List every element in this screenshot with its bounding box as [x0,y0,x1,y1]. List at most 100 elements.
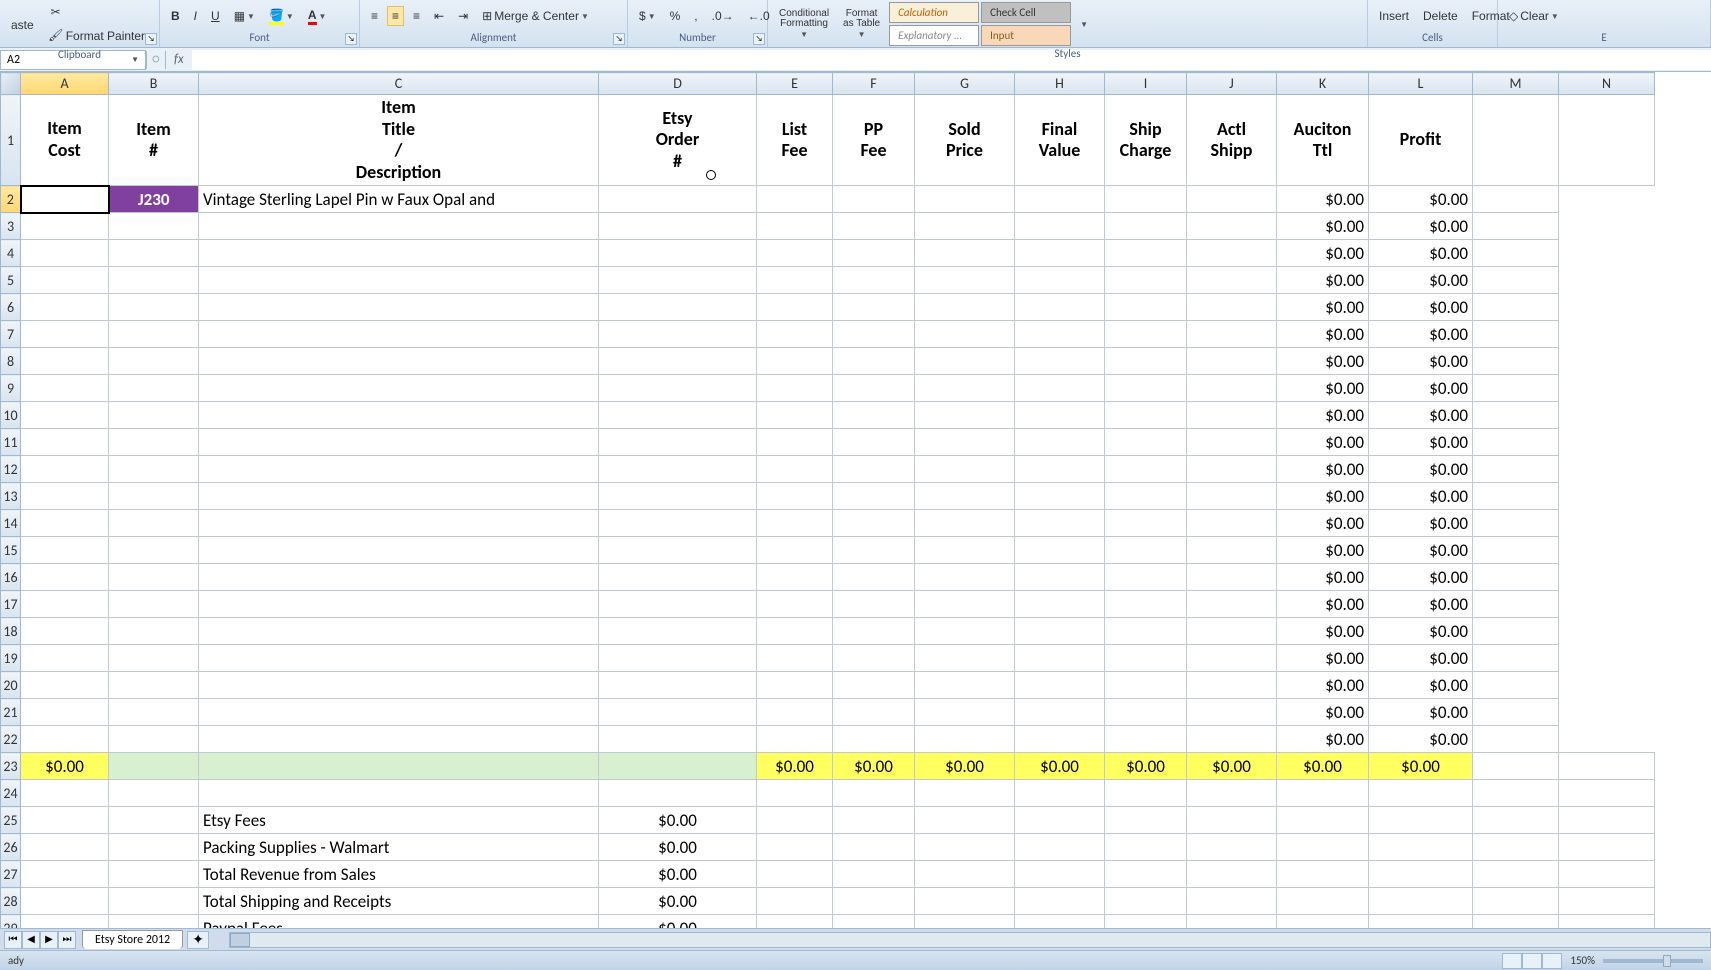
cell-J28[interactable] [1187,888,1277,915]
cell-N9[interactable] [1473,375,1559,402]
cell-A13[interactable] [21,483,109,510]
cell-B3[interactable] [109,213,199,240]
cell-L8[interactable]: $0.00 [1277,348,1369,375]
cell-A16[interactable] [21,564,109,591]
cell-I8[interactable] [1105,348,1187,375]
cell-H3[interactable] [1015,213,1105,240]
col-header-N[interactable]: N [1559,73,1655,95]
cell-D28[interactable]: $0.00 [599,888,757,915]
row-header-17[interactable]: 17 [1,591,21,618]
row-header-15[interactable]: 15 [1,537,21,564]
delete-button[interactable]: Delete [1418,6,1463,26]
cell-I14[interactable] [1105,510,1187,537]
cell-B19[interactable] [109,645,199,672]
cell-L25[interactable] [1369,807,1473,834]
cell-G2[interactable] [915,186,1015,213]
cell-M8[interactable]: $0.00 [1369,348,1473,375]
cell-E6[interactable] [757,294,833,321]
col-header-J[interactable]: J [1187,73,1277,95]
sheet-nav-next[interactable]: ▶ [40,931,58,949]
header-cell-E[interactable]: ListFee [757,95,833,186]
fx-icon[interactable]: fx [166,52,192,67]
cell-L9[interactable]: $0.00 [1277,375,1369,402]
cell-L10[interactable]: $0.00 [1277,402,1369,429]
cell-L3[interactable]: $0.00 [1277,213,1369,240]
cell-C6[interactable] [199,294,599,321]
cell-E10[interactable] [757,402,833,429]
cell-B12[interactable] [109,456,199,483]
cell-N13[interactable] [1473,483,1559,510]
cell-J5[interactable] [1187,267,1277,294]
cell-M26[interactable] [1473,834,1559,861]
cell-I15[interactable] [1105,537,1187,564]
cell-L28[interactable] [1369,888,1473,915]
header-cell-F[interactable]: PPFee [833,95,915,186]
cell-D23[interactable] [599,753,757,780]
cell-M20[interactable]: $0.00 [1369,672,1473,699]
cell-I27[interactable] [1105,861,1187,888]
cell-F23[interactable]: $0.00 [833,753,915,780]
cell-H5[interactable] [1015,267,1105,294]
cell-B17[interactable] [109,591,199,618]
cell-M9[interactable]: $0.00 [1369,375,1473,402]
cell-C16[interactable] [199,564,599,591]
cell-N7[interactable] [1473,321,1559,348]
cell-J23[interactable]: $0.00 [1187,753,1277,780]
cell-H11[interactable] [1015,429,1105,456]
cell-C22[interactable] [199,726,599,753]
cell-B9[interactable] [109,375,199,402]
row-header-26[interactable]: 26 [1,834,21,861]
increase-indent-button[interactable]: ⇥ [453,6,473,26]
align-left-button[interactable]: ≡ [366,6,383,26]
cell-H6[interactable] [1015,294,1105,321]
cell-M18[interactable]: $0.00 [1369,618,1473,645]
cell-J8[interactable] [1187,348,1277,375]
cell-L17[interactable]: $0.00 [1277,591,1369,618]
cell-C14[interactable] [199,510,599,537]
cell-A7[interactable] [21,321,109,348]
cell-E18[interactable] [757,618,833,645]
row-header-20[interactable]: 20 [1,672,21,699]
align-right-button[interactable]: ≡ [408,6,425,26]
cell-H4[interactable] [1015,240,1105,267]
cell-G27[interactable] [915,861,1015,888]
cell-M5[interactable]: $0.00 [1369,267,1473,294]
cell-J2[interactable] [1187,186,1277,213]
col-header-A[interactable]: A [21,73,109,95]
col-header-F[interactable]: F [833,73,915,95]
cell-M19[interactable]: $0.00 [1369,645,1473,672]
percent-button[interactable]: % [665,6,686,26]
cell-L15[interactable]: $0.00 [1277,537,1369,564]
row-header-6[interactable]: 6 [1,294,21,321]
cell-J7[interactable] [1187,321,1277,348]
cell-L18[interactable]: $0.00 [1277,618,1369,645]
cell-E14[interactable] [757,510,833,537]
row-header-5[interactable]: 5 [1,267,21,294]
cell-J17[interactable] [1187,591,1277,618]
cell-B5[interactable] [109,267,199,294]
cell-F11[interactable] [833,429,915,456]
cell-D5[interactable] [599,267,757,294]
cell-N10[interactable] [1473,402,1559,429]
view-normal-button[interactable] [1502,953,1522,969]
cell-F4[interactable] [833,240,915,267]
cell-B2[interactable]: J230 [109,186,199,213]
row-header-8[interactable]: 8 [1,348,21,375]
cell-D8[interactable] [599,348,757,375]
cell-L5[interactable]: $0.00 [1277,267,1369,294]
font-color-button[interactable]: A▼ [303,5,332,28]
cell-H2[interactable] [1015,186,1105,213]
cell-H18[interactable] [1015,618,1105,645]
cell-B4[interactable] [109,240,199,267]
cell-M16[interactable]: $0.00 [1369,564,1473,591]
cell-G18[interactable] [915,618,1015,645]
row-header-4[interactable]: 4 [1,240,21,267]
cell-F12[interactable] [833,456,915,483]
cell-H15[interactable] [1015,537,1105,564]
cell-B26[interactable] [109,834,199,861]
cell-E8[interactable] [757,348,833,375]
cell-L21[interactable]: $0.00 [1277,699,1369,726]
cell-K26[interactable] [1277,834,1369,861]
header-cell-N[interactable] [1559,95,1655,186]
cell-G20[interactable] [915,672,1015,699]
